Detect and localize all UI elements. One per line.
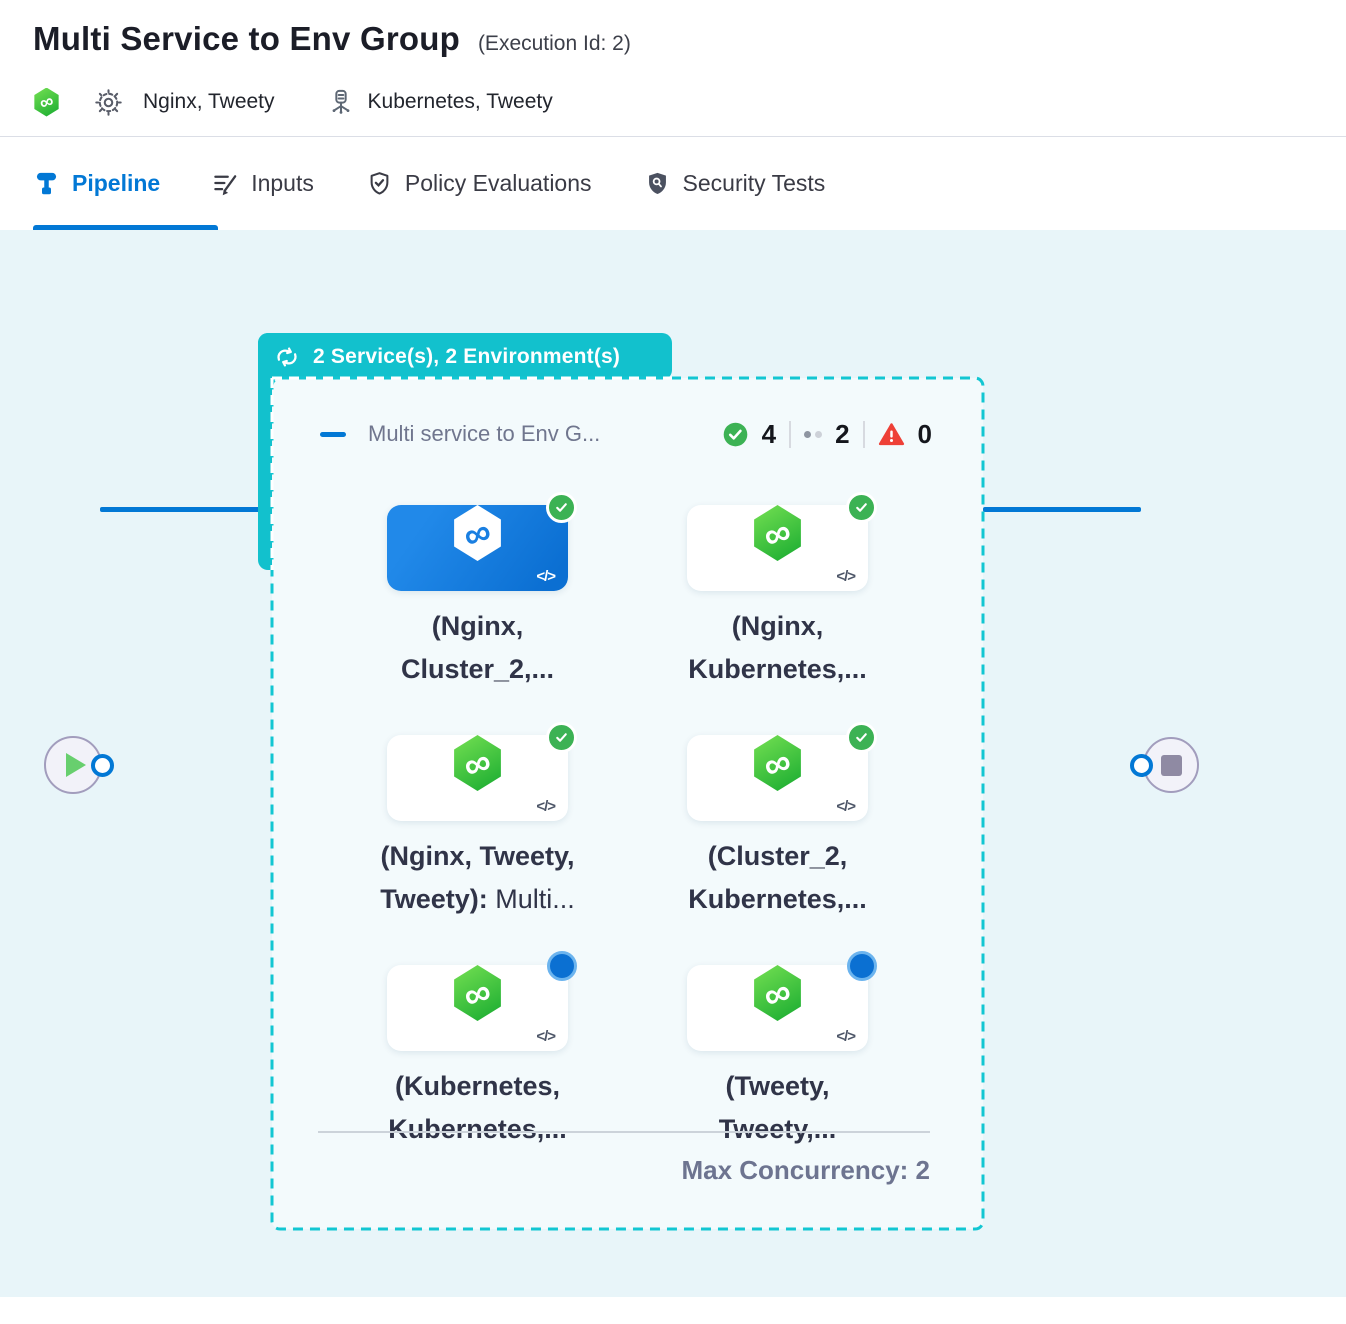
stage-group-badge: 2 Service(s), 2 Environment(s) xyxy=(258,333,672,380)
stop-icon xyxy=(1161,755,1182,776)
stage-node: ∞ </> (Nginx, Cluster_2,... xyxy=(387,490,568,691)
code-glyph-icon: </> xyxy=(536,568,555,585)
tab-label: Inputs xyxy=(251,170,314,197)
failed-count: 0 xyxy=(918,419,932,450)
stage-node: ∞ </> (Kubernetes, Kubernetes,... xyxy=(387,950,568,1151)
code-glyph-icon: </> xyxy=(836,798,855,815)
status-counts: 4 2 0 xyxy=(722,419,932,450)
stage-node-label: (Kubernetes, Kubernetes,... xyxy=(347,1065,608,1151)
stage-node: ∞ </> (Nginx, Kubernetes,... xyxy=(687,490,868,691)
stage-node: ∞ </> (Nginx, Tweety, Tweety): Multi... xyxy=(387,720,568,921)
harness-stage-icon: ∞ xyxy=(452,735,504,791)
environments-label: Kubernetes, Tweety xyxy=(368,90,553,114)
stage-node: ∞ </> (Cluster_2, Kubernetes,... xyxy=(687,720,868,921)
security-shield-icon xyxy=(644,170,671,197)
stage-node-label: (Tweety, Tweety,... xyxy=(647,1065,908,1151)
max-concurrency-label: Max Concurrency: 2 xyxy=(272,1155,930,1186)
tab-label: Pipeline xyxy=(72,170,160,197)
code-glyph-icon: </> xyxy=(536,1028,555,1045)
running-badge-icon xyxy=(847,951,877,981)
failed-count-icon xyxy=(878,421,905,448)
execution-id: (Execution Id: 2) xyxy=(478,32,631,56)
play-icon xyxy=(66,753,86,777)
running-badge-icon xyxy=(547,951,577,981)
title-row: Multi Service to Env Group (Execution Id… xyxy=(33,20,1310,58)
execution-tabbar: Pipeline Inputs Policy Evaluations Secur… xyxy=(0,136,1346,230)
environments-icon xyxy=(327,88,355,116)
tab-pipeline[interactable]: Pipeline xyxy=(33,170,160,197)
services-label: Nginx, Tweety xyxy=(143,90,275,114)
page-title: Multi Service to Env Group xyxy=(33,20,460,58)
meta-row: ∞ Nginx, Tweety Kubernetes, Tweety xyxy=(33,85,1310,119)
success-count: 4 xyxy=(762,419,776,450)
stage-node-card[interactable]: ∞ </> xyxy=(687,505,868,591)
tab-label: Policy Evaluations xyxy=(405,170,592,197)
stage-node-label: (Nginx, Cluster_2,... xyxy=(347,605,608,691)
stage-header: Multi service to Env G... 4 2 0 xyxy=(320,416,932,452)
running-count-icon xyxy=(804,431,822,438)
count-divider xyxy=(789,421,791,448)
policy-shield-check-icon xyxy=(366,170,393,197)
harness-stage-icon: ∞ xyxy=(452,505,504,561)
stage-name[interactable]: Multi service to Env G... xyxy=(368,421,600,447)
connector-line-right xyxy=(983,507,1141,512)
success-badge-icon xyxy=(546,722,577,753)
end-connector-dot xyxy=(1130,754,1153,777)
tab-policy-evaluations[interactable]: Policy Evaluations xyxy=(366,170,592,197)
count-divider xyxy=(863,421,865,448)
success-count-icon xyxy=(722,421,749,448)
pipeline-canvas: 2 Service(s), 2 Environment(s) Multi ser… xyxy=(0,230,1346,1297)
collapse-stage-button[interactable] xyxy=(320,432,346,437)
success-badge-icon xyxy=(846,722,877,753)
harness-logo-icon: ∞ xyxy=(33,88,60,117)
gear-icon xyxy=(94,88,123,117)
inputs-icon xyxy=(212,170,239,197)
tab-security-tests[interactable]: Security Tests xyxy=(644,170,826,197)
stage-node-card[interactable]: ∞ </> xyxy=(687,965,868,1051)
harness-stage-icon: ∞ xyxy=(752,735,804,791)
code-glyph-icon: </> xyxy=(836,568,855,585)
success-badge-icon xyxy=(846,492,877,523)
stage-node-card[interactable]: ∞ </> xyxy=(387,965,568,1051)
connector-line-left xyxy=(100,507,262,512)
code-glyph-icon: </> xyxy=(536,798,555,815)
stage-node-label: (Cluster_2, Kubernetes,... xyxy=(647,835,908,921)
stage-node: ∞ </> (Tweety, Tweety,... xyxy=(687,950,868,1151)
stage-node-label: (Nginx, Tweety, Tweety): Multi... xyxy=(347,835,608,921)
stage-node-card[interactable]: ∞ </> xyxy=(387,735,568,821)
harness-stage-icon: ∞ xyxy=(752,505,804,561)
loop-icon xyxy=(273,344,301,370)
harness-stage-icon: ∞ xyxy=(752,965,804,1021)
tab-inputs[interactable]: Inputs xyxy=(212,170,314,197)
tab-label: Security Tests xyxy=(683,170,826,197)
execution-header: Multi Service to Env Group (Execution Id… xyxy=(0,0,1346,119)
running-count: 2 xyxy=(835,419,849,450)
stage-group-badge-label: 2 Service(s), 2 Environment(s) xyxy=(313,345,620,369)
harness-stage-icon: ∞ xyxy=(452,965,504,1021)
code-glyph-icon: </> xyxy=(836,1028,855,1045)
success-badge-icon xyxy=(546,492,577,523)
pipeline-icon xyxy=(33,170,60,197)
stage-grid-divider xyxy=(318,1131,930,1133)
start-connector-dot xyxy=(91,754,114,777)
stage-node-card[interactable]: ∞ </> xyxy=(387,505,568,591)
stage-node-card[interactable]: ∞ </> xyxy=(687,735,868,821)
stage-node-label: (Nginx, Kubernetes,... xyxy=(647,605,908,691)
